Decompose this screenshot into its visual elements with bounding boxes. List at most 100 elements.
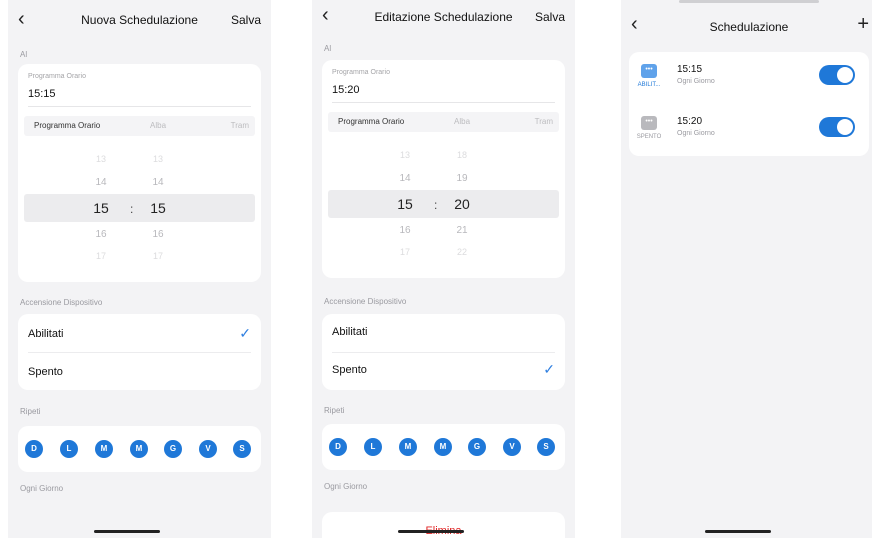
minute-option[interactable]: 19 [442, 173, 482, 184]
option-label: Spento [28, 366, 63, 378]
time-value[interactable]: 15:15 [28, 88, 56, 100]
option-spento[interactable]: Spento ✓ [322, 352, 565, 390]
tab-tram[interactable]: Tram [231, 121, 249, 130]
time-picker[interactable]: 13 14 15 16 17 : 13 14 15 16 17 [18, 144, 261, 264]
new-schedule-screen: ‹ Nuova Schedulazione Salva Al Programma… [8, 0, 271, 538]
hour-option[interactable]: 16 [385, 225, 425, 236]
option-abilitati[interactable]: Abilitati [322, 314, 565, 352]
day-toggle-m[interactable]: M [95, 440, 113, 458]
toggle-knob [837, 67, 853, 83]
time-picker[interactable]: 13 14 15 16 17 : 18 19 20 21 22 [322, 140, 565, 260]
day-toggle-g[interactable]: G [468, 438, 486, 456]
day-toggle-v[interactable]: V [199, 440, 217, 458]
hour-selected[interactable]: 15 [81, 200, 121, 216]
day-toggle-m[interactable]: M [434, 438, 452, 456]
field-label: Programma Orario [28, 73, 86, 80]
time-separator: : [130, 202, 134, 216]
day-toggle-l[interactable]: L [364, 438, 382, 456]
section-label-al: Al [20, 50, 28, 59]
option-abilitati[interactable]: Abilitati ✓ [18, 316, 261, 354]
save-button[interactable]: Salva [231, 13, 261, 27]
section-label-device: Accensione Dispositivo [20, 298, 103, 307]
schedule-repeat: Ogni Giorno [677, 78, 715, 85]
plus-icon[interactable]: + [857, 14, 869, 34]
day-toggle-d[interactable]: D [25, 440, 43, 458]
minute-option[interactable]: 16 [138, 229, 178, 240]
mode-tabs: Programma Orario Alba Tram [328, 112, 559, 132]
tab-programma-orario[interactable]: Programma Orario [34, 121, 100, 130]
minute-selected[interactable]: 15 [138, 200, 178, 216]
tab-alba[interactable]: Alba [150, 121, 166, 130]
nav-bar: ‹ Schedulazione + [621, 0, 872, 40]
hour-option[interactable]: 14 [81, 177, 121, 188]
minute-option[interactable]: 18 [442, 150, 482, 160]
day-toggle-d[interactable]: D [329, 438, 347, 456]
list-item[interactable]: ••• SPENTO 15:20 Ogni Giorno [629, 104, 869, 156]
time-card: Programma Orario 15:15 Programma Orario … [18, 64, 261, 282]
day-toggle-l[interactable]: L [60, 440, 78, 458]
schedule-repeat: Ogni Giorno [677, 130, 715, 137]
device-icon: ••• [641, 64, 657, 78]
time-separator: : [434, 198, 438, 212]
option-label: Abilitati [332, 326, 368, 338]
checkmark-icon: ✓ [239, 325, 251, 341]
day-toggle-s[interactable]: S [233, 440, 251, 458]
nav-bar: ‹ Nuova Schedulazione Salva [8, 0, 271, 40]
tab-programma-orario[interactable]: Programma Orario [338, 117, 404, 126]
device-state-label: ABILIT... [637, 82, 661, 88]
edit-schedule-screen: ‹ Editazione Schedulazione Salva Al Prog… [312, 0, 575, 538]
option-label: Abilitati [28, 328, 64, 340]
time-value[interactable]: 15:20 [332, 84, 360, 96]
minute-option[interactable]: 22 [442, 247, 482, 257]
tab-alba[interactable]: Alba [454, 117, 470, 126]
page-title: Schedulazione [709, 20, 789, 34]
option-spento[interactable]: Spento [18, 354, 261, 392]
section-label-repeat: Ripeti [324, 406, 345, 415]
section-label-device: Accensione Dispositivo [324, 297, 407, 306]
hour-option[interactable]: 13 [385, 150, 425, 160]
days-selector: D L M M G V S [322, 424, 565, 470]
schedule-time: 15:15 [677, 64, 703, 75]
repeat-summary: Ogni Giorno [324, 482, 368, 491]
tab-tram[interactable]: Tram [535, 117, 553, 126]
section-label-repeat: Ripeti [20, 407, 41, 416]
checkmark-icon: ✓ [543, 361, 555, 377]
day-toggle-g[interactable]: G [164, 440, 182, 458]
home-indicator [398, 530, 464, 533]
minute-option[interactable]: 21 [442, 225, 482, 236]
device-icon: ••• [641, 116, 657, 130]
hour-option[interactable]: 13 [81, 154, 121, 164]
home-indicator [705, 530, 771, 533]
divider [28, 352, 251, 353]
list-item[interactable]: ••• ABILIT... 15:15 Ogni Giorno [629, 52, 869, 104]
enable-toggle[interactable] [819, 117, 855, 137]
enable-toggle[interactable] [819, 65, 855, 85]
repeat-summary: Ogni Giorno [20, 484, 64, 493]
device-options-card: Abilitati Spento ✓ [322, 314, 565, 390]
minute-option[interactable]: 13 [138, 154, 178, 164]
toggle-knob [837, 119, 853, 135]
divider [28, 106, 251, 107]
hour-option[interactable]: 14 [385, 173, 425, 184]
day-toggle-s[interactable]: S [537, 438, 555, 456]
schedule-list-screen: ‹ Schedulazione + ••• ABILIT... 15:15 Og… [621, 0, 872, 538]
day-toggle-m[interactable]: M [130, 440, 148, 458]
hour-selected[interactable]: 15 [385, 196, 425, 212]
minute-selected[interactable]: 20 [442, 196, 482, 212]
delete-button[interactable]: Elimina [322, 512, 565, 538]
minute-option[interactable]: 14 [138, 177, 178, 188]
option-label: Spento [332, 364, 367, 376]
schedule-time: 15:20 [677, 116, 703, 127]
schedule-list: ••• ABILIT... 15:15 Ogni Giorno ••• SPEN… [629, 52, 869, 156]
hour-option[interactable]: 16 [81, 229, 121, 240]
save-button[interactable]: Salva [535, 10, 565, 24]
minute-option[interactable]: 17 [138, 251, 178, 261]
hour-option[interactable]: 17 [385, 247, 425, 257]
device-options-card: Abilitati ✓ Spento [18, 314, 261, 390]
hour-option[interactable]: 17 [81, 251, 121, 261]
day-toggle-m[interactable]: M [399, 438, 417, 456]
mode-tabs: Programma Orario Alba Tram [24, 116, 255, 136]
home-indicator [94, 530, 160, 533]
time-card: Programma Orario 15:20 Programma Orario … [322, 60, 565, 278]
day-toggle-v[interactable]: V [503, 438, 521, 456]
